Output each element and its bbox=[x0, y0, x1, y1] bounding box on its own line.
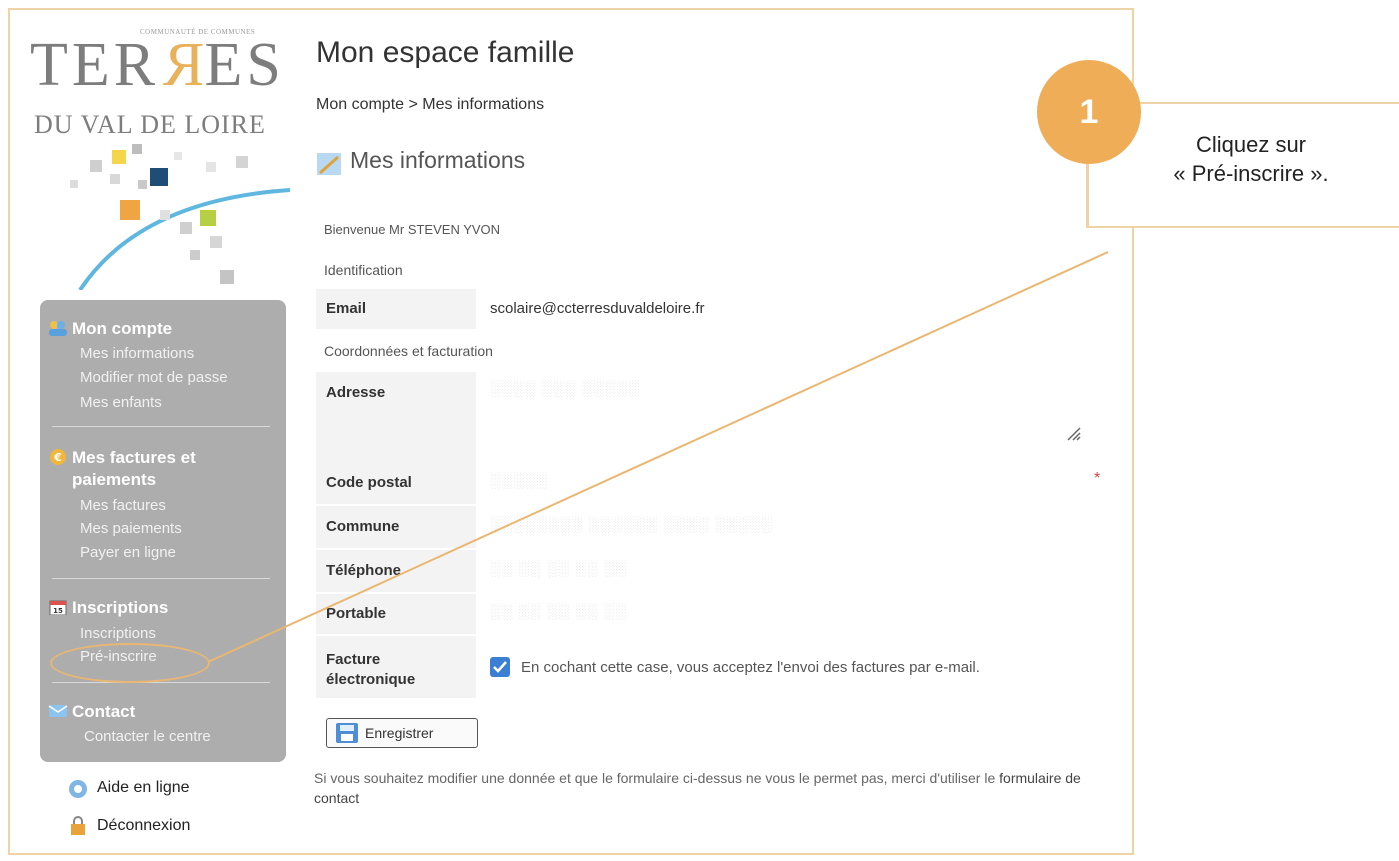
logo-art bbox=[70, 144, 290, 290]
sidebar-heading-invoices[interactable]: € Mes factures et bbox=[48, 447, 196, 469]
sidebar-divider bbox=[52, 682, 270, 683]
breadcrumb-account[interactable]: Mon compte bbox=[316, 96, 404, 113]
logout-link[interactable]: Déconnexion bbox=[97, 817, 190, 835]
sidebar-item-registrations[interactable]: Inscriptions bbox=[80, 624, 156, 644]
sidebar-heading-invoices-line2: paiements bbox=[72, 470, 157, 489]
save-icon bbox=[336, 723, 358, 743]
sidebar-item-my-payments[interactable]: Mes paiements bbox=[80, 519, 182, 539]
page-title: Mon espace famille bbox=[316, 36, 575, 69]
svg-text:€: € bbox=[53, 451, 62, 464]
help-online-link[interactable]: Aide en ligne bbox=[97, 779, 190, 797]
city-label: Commune bbox=[316, 506, 476, 548]
invoice-checkbox-text: En cochant cette case, vous acceptez l'e… bbox=[521, 659, 980, 676]
postal-code-label: Code postal bbox=[316, 462, 476, 504]
sidebar-item-my-info[interactable]: Mes informations bbox=[80, 344, 194, 364]
sidebar-item-my-children[interactable]: Mes enfants bbox=[80, 393, 162, 413]
checkmark-icon bbox=[493, 661, 507, 673]
resize-grip-icon[interactable] bbox=[1064, 424, 1082, 442]
sidebar-item-contact-center[interactable]: Contacter le centre bbox=[84, 727, 211, 747]
sidebar-item-pay-online[interactable]: Payer en ligne bbox=[80, 543, 176, 563]
phone-field[interactable]: ░░ ░░ ░░ ░░ ░░ bbox=[490, 560, 1070, 577]
sidebar-item-my-invoices[interactable]: Mes factures bbox=[80, 496, 166, 516]
euro-icon: € bbox=[50, 449, 66, 465]
welcome-text: Bienvenue Mr STEVEN YVON bbox=[324, 222, 501, 237]
breadcrumb-current: Mes informations bbox=[422, 96, 545, 113]
breadcrumb: Mon compte > Mes informations bbox=[316, 96, 544, 114]
invoice-checkbox[interactable] bbox=[490, 657, 510, 677]
highlight-circle bbox=[50, 643, 210, 683]
sidebar-divider bbox=[52, 426, 270, 427]
sidebar-heading-account[interactable]: Mon compte bbox=[48, 318, 172, 340]
sidebar-nav: Mon compte Mes informations Modifier mot… bbox=[40, 300, 286, 762]
logo-subtitle: DU VAL DE LOIRE bbox=[34, 110, 266, 139]
sidebar-item-change-password[interactable]: Modifier mot de passe bbox=[80, 368, 228, 388]
mobile-label: Portable bbox=[316, 594, 476, 634]
logo: COMMUNAUTÉ DE COMMUNES TERRES DU VAL DE … bbox=[30, 28, 292, 290]
coords-heading: Coordonnées et facturation bbox=[324, 343, 493, 359]
sidebar-heading-registrations[interactable]: 15 Inscriptions bbox=[48, 597, 168, 619]
mobile-field[interactable]: ░░ ░░ ░░ ░░ ░░ bbox=[490, 603, 1070, 620]
form-note: Si vous souhaitez modifier une donnée et… bbox=[314, 770, 1081, 806]
users-icon bbox=[49, 321, 67, 336]
invoice-label: Facture électronique bbox=[316, 636, 476, 698]
help-icon bbox=[69, 780, 87, 798]
address-label: Adresse bbox=[316, 372, 476, 462]
info-section-icon bbox=[317, 153, 341, 175]
email-label: Email bbox=[316, 289, 476, 329]
postal-code-field[interactable]: ░░░░░ bbox=[490, 472, 1070, 489]
required-mark: * bbox=[1094, 470, 1101, 487]
city-field[interactable]: ░░░░░░░░ ░░░░░░ ░░░░ ░░░░░ bbox=[490, 516, 1070, 533]
contact-icon bbox=[48, 705, 68, 717]
breadcrumb-separator: > bbox=[404, 96, 423, 113]
save-button[interactable]: Enregistrer bbox=[326, 718, 478, 748]
sidebar-heading-contact[interactable]: Contact bbox=[48, 701, 135, 723]
invoice-label-line2: électronique bbox=[326, 671, 416, 688]
address-field[interactable]: ░░░░ ░░░ ░░░░░ bbox=[490, 380, 1080, 450]
phone-label: Téléphone bbox=[316, 550, 476, 592]
logo-title: TERRES bbox=[30, 31, 285, 99]
sidebar-divider bbox=[52, 578, 270, 579]
logout-icon bbox=[71, 816, 85, 835]
identification-heading: Identification bbox=[324, 262, 403, 278]
callout-line1: Cliquez sur bbox=[1195, 132, 1307, 157]
section-title: Mes informations bbox=[350, 147, 526, 173]
calendar-icon: 15 bbox=[49, 600, 67, 615]
svg-text:15: 15 bbox=[53, 607, 63, 615]
invoice-label-line1: Facture bbox=[326, 651, 381, 668]
callout-text: Cliquez sur « Pré-inscrire ». bbox=[1108, 130, 1394, 188]
callout-line2: « Pré-inscrire ». bbox=[1173, 161, 1329, 186]
email-value: scolaire@ccterresduvaldeloire.fr bbox=[490, 300, 705, 317]
